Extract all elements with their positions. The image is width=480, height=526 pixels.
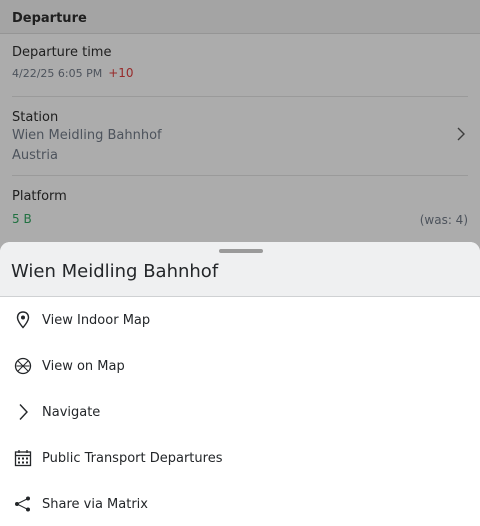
chevron-right-icon (14, 403, 32, 421)
map-pin-icon (14, 311, 32, 329)
menu-item-label: View Indoor Map (42, 312, 151, 328)
menu-item-view-on-map[interactable]: View on Map (0, 343, 480, 389)
menu-item-public-transport-departures[interactable]: Public Transport Departures (0, 435, 480, 481)
menu-item-navigate[interactable]: Navigate (0, 389, 480, 435)
drag-handle[interactable] (219, 249, 263, 253)
action-menu: View Indoor Map View on Map Navigate Pub… (0, 297, 480, 526)
calendar-icon (14, 449, 32, 467)
bottom-sheet: Wien Meidling Bahnhof View Indoor Map Vi… (0, 242, 480, 526)
menu-item-share-via-matrix[interactable]: Share via Matrix (0, 481, 480, 526)
menu-item-view-indoor-map[interactable]: View Indoor Map (0, 297, 480, 343)
menu-item-label: Share via Matrix (42, 496, 148, 512)
menu-item-label: View on Map (42, 358, 125, 374)
sheet-title: Wien Meidling Bahnhof (11, 261, 219, 282)
menu-item-label: Public Transport Departures (42, 450, 223, 466)
menu-item-label: Navigate (42, 404, 101, 420)
sheet-header: Wien Meidling Bahnhof (0, 242, 480, 297)
globe-icon (14, 357, 32, 375)
share-icon (14, 495, 32, 513)
